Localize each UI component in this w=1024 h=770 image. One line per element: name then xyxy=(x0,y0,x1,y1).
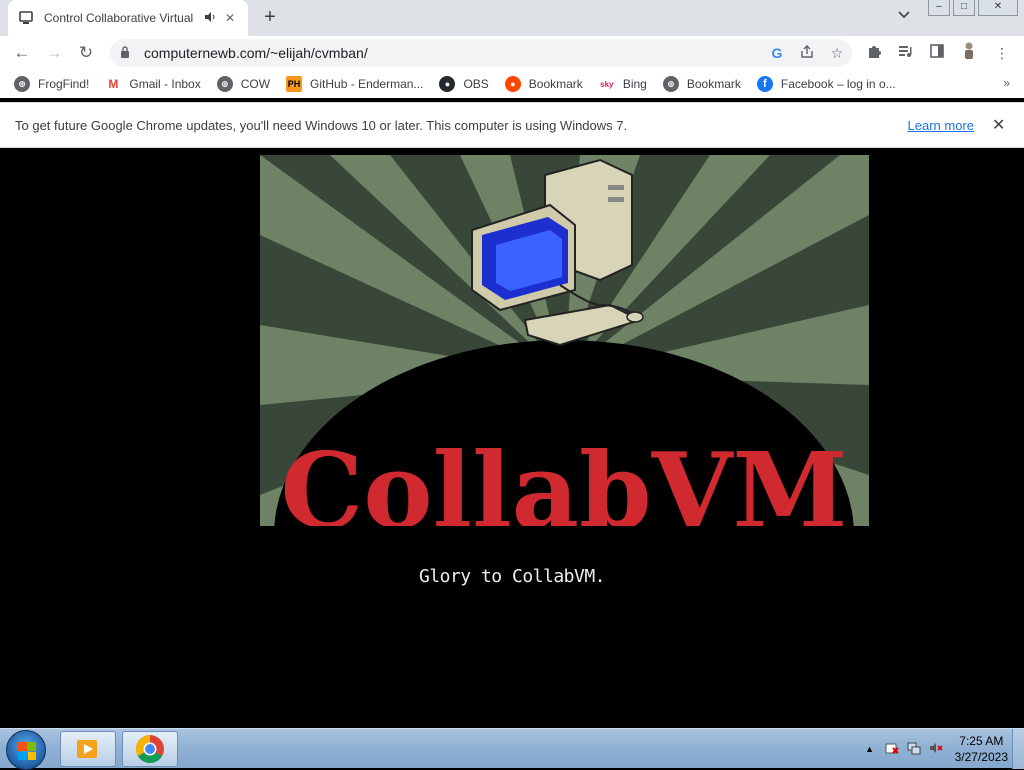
tray-expand-icon[interactable]: ▲ xyxy=(859,744,881,754)
bookmark-label: Facebook – log in o... xyxy=(780,77,896,91)
learn-more-link[interactable]: Learn more xyxy=(908,118,974,133)
speaker-icon[interactable] xyxy=(204,11,216,26)
start-button[interactable] xyxy=(6,730,46,770)
back-button[interactable]: ← xyxy=(10,41,34,65)
media-player-taskbar-button[interactable] xyxy=(60,731,116,767)
bookmark-label: OBS xyxy=(463,77,489,91)
media-player-icon xyxy=(77,740,97,758)
reload-button[interactable]: ↻ xyxy=(74,41,98,65)
side-panel-icon[interactable] xyxy=(925,41,949,65)
github-icon: ● xyxy=(439,76,456,92)
bookmark-label: Gmail - Inbox xyxy=(129,77,201,91)
ph-icon: PH xyxy=(286,76,303,92)
google-icon[interactable]: G xyxy=(762,45,792,61)
url-text[interactable]: computernewb.com/~elijah/cvmban/ xyxy=(144,45,762,61)
minimize-button[interactable]: – xyxy=(928,0,950,16)
forward-button[interactable]: → xyxy=(42,41,66,65)
bookmark-label: COW xyxy=(240,77,271,91)
bookmark-item[interactable]: ⊕ COW xyxy=(216,76,271,92)
facebook-icon: f xyxy=(756,76,773,92)
bookmark-label: Bookmark xyxy=(686,77,741,91)
tab-active[interactable]: Control Collaborative Virtual ✕ xyxy=(8,0,248,36)
bookmark-label: FrogFind! xyxy=(38,77,90,91)
bookmark-label: Bookmark xyxy=(528,77,583,91)
gmail-icon: M xyxy=(108,77,119,91)
collabvm-banner: CollabVM xyxy=(260,155,869,526)
chrome-icon xyxy=(136,735,164,763)
clock[interactable]: 7:25 AM 3/27/2023 xyxy=(955,733,1008,765)
globe-icon: ⊕ xyxy=(662,76,679,92)
globe-icon: ⊕ xyxy=(14,76,30,92)
reddit-icon: ● xyxy=(504,76,521,92)
show-desktop-button[interactable] xyxy=(1012,729,1024,769)
chrome-taskbar-button[interactable] xyxy=(122,731,178,767)
windows-logo-icon xyxy=(18,742,36,760)
site-favicon xyxy=(18,10,34,26)
logo-text: CollabVM xyxy=(280,429,847,526)
sky-icon: sky xyxy=(600,79,614,89)
window-close-button[interactable]: ✕ xyxy=(978,0,1018,16)
extensions-icon[interactable] xyxy=(862,41,886,65)
bookmark-item[interactable]: M Gmail - Inbox xyxy=(105,76,200,92)
browser-toolbar: ← → ↻ computernewb.com/~elijah/cvmban/ G… xyxy=(0,36,1024,70)
system-tray: ▲ 7:25 AM 3/27/2023 xyxy=(859,729,1008,769)
bookmark-item[interactable]: f Facebook – log in o... xyxy=(756,76,896,92)
tab-strip: Control Collaborative Virtual ✕ + – □ ✕ xyxy=(0,0,1024,36)
bookmark-item[interactable]: PH GitHub - Enderman... xyxy=(286,76,423,92)
infobar-close-icon[interactable]: ✕ xyxy=(992,115,1006,135)
windows-taskbar: ▲ 7:25 AM 3/27/2023 xyxy=(0,728,1024,770)
bookmark-label: GitHub - Enderman... xyxy=(310,77,424,91)
bookmarks-overflow-button[interactable]: » xyxy=(1003,76,1010,90)
clock-date: 3/27/2023 xyxy=(954,750,1008,764)
profile-avatar[interactable] xyxy=(957,41,981,65)
volume-muted-icon[interactable] xyxy=(925,741,947,758)
media-control-icon[interactable] xyxy=(893,41,917,65)
tab-title: Control Collaborative Virtual xyxy=(44,11,194,25)
infobar-message: To get future Google Chrome updates, you… xyxy=(15,117,628,133)
bookmark-item[interactable]: sky Bing xyxy=(599,76,647,92)
bookmarks-bar: ⊕ FrogFind! M Gmail - Inbox ⊕ COW PH Git… xyxy=(0,70,1024,98)
bookmark-star-icon[interactable]: ☆ xyxy=(822,45,852,62)
action-center-icon[interactable] xyxy=(881,741,903,758)
network-icon[interactable] xyxy=(903,741,925,758)
page-content: CollabVM Glory to CollabVM. xyxy=(0,148,1024,728)
bookmark-item[interactable]: ● OBS xyxy=(439,76,489,92)
bookmark-item[interactable]: ⊕ FrogFind! xyxy=(14,76,89,92)
clock-time: 7:25 AM xyxy=(959,734,1004,748)
maximize-button[interactable]: □ xyxy=(953,0,975,16)
new-tab-button[interactable]: + xyxy=(258,6,282,30)
tab-close-icon[interactable]: ✕ xyxy=(222,11,238,25)
chevron-down-icon[interactable] xyxy=(894,8,914,28)
bookmark-item[interactable]: ⊕ Bookmark xyxy=(662,76,741,92)
menu-icon[interactable]: ⋮ xyxy=(990,41,1014,65)
update-infobar: To get future Google Chrome updates, you… xyxy=(0,102,1024,148)
bookmark-label: Bing xyxy=(622,77,647,91)
address-bar[interactable]: computernewb.com/~elijah/cvmban/ G ☆ xyxy=(110,39,852,67)
globe-icon: ⊕ xyxy=(216,76,233,92)
lock-icon[interactable] xyxy=(120,45,136,61)
bookmark-item[interactable]: ● Bookmark xyxy=(504,76,583,92)
share-icon[interactable] xyxy=(792,44,822,62)
caption-text: Glory to CollabVM. xyxy=(418,566,606,587)
